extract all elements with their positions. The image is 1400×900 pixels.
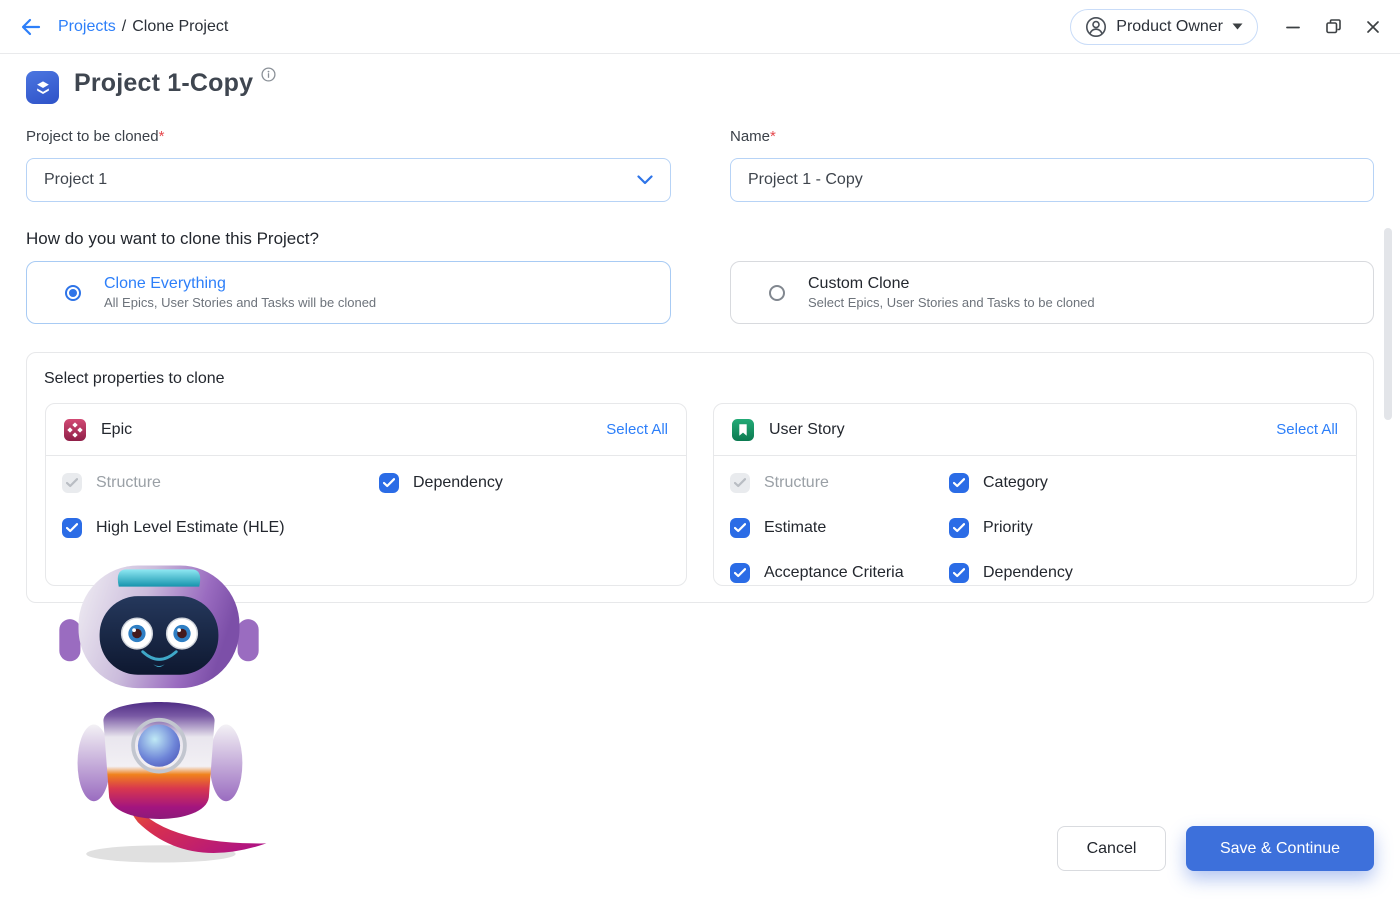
label-text: Name: [730, 128, 770, 145]
checkbox-disabled-checked-icon: [730, 473, 750, 493]
checkbox-checked-icon[interactable]: [379, 473, 399, 493]
epic-prop-dependency[interactable]: Dependency: [379, 473, 670, 493]
option-title: Clone Everything: [104, 275, 376, 293]
chevron-down-icon: [637, 175, 653, 185]
checkbox-disabled-checked-icon: [62, 473, 82, 493]
page-title: Project 1-Copy: [74, 69, 253, 98]
radio-unselected-icon[interactable]: [769, 285, 785, 301]
epic-prop-structure: Structure: [62, 473, 379, 493]
label-text: Project to be cloned: [26, 128, 159, 145]
prop-label: Category: [983, 474, 1048, 492]
user-story-card: User Story Select All Structure Category: [713, 403, 1357, 586]
back-arrow-icon: [19, 15, 43, 39]
checkbox-checked-icon[interactable]: [730, 563, 750, 583]
story-prop-priority[interactable]: Priority: [949, 518, 1340, 538]
user-story-card-title: User Story: [769, 421, 845, 439]
prop-label: High Level Estimate (HLE): [96, 519, 285, 537]
user-story-icon: [732, 419, 754, 441]
caret-down-icon: [1232, 23, 1243, 30]
project-to-clone-label: Project to be cloned*: [26, 128, 671, 145]
project-layers-icon: [26, 71, 59, 104]
name-field-group: Name*: [730, 128, 1374, 202]
story-prop-dependency[interactable]: Dependency: [949, 563, 1340, 583]
prop-label: Estimate: [764, 519, 826, 537]
name-input[interactable]: [730, 158, 1374, 202]
radio-selected-icon[interactable]: [65, 285, 81, 301]
clone-question: How do you want to clone this Project?: [26, 229, 319, 249]
story-prop-estimate[interactable]: Estimate: [730, 518, 949, 538]
role-dropdown[interactable]: Product Owner: [1070, 9, 1258, 45]
scrollbar-thumb[interactable]: [1384, 228, 1392, 420]
checkbox-checked-icon[interactable]: [949, 563, 969, 583]
prop-label: Priority: [983, 519, 1033, 537]
checkbox-checked-icon[interactable]: [949, 518, 969, 538]
info-icon[interactable]: [261, 67, 276, 82]
prop-label: Dependency: [983, 564, 1073, 582]
project-select[interactable]: Project 1: [26, 158, 671, 202]
save-continue-button[interactable]: Save & Continue: [1186, 826, 1374, 871]
epic-select-all-link[interactable]: Select All: [606, 421, 668, 438]
project-select-value: Project 1: [44, 171, 107, 189]
epic-card-title: Epic: [101, 421, 132, 439]
clone-project-window: Projects / Clone Project Product Owner: [0, 0, 1400, 900]
back-button[interactable]: [18, 14, 44, 40]
role-label: Product Owner: [1116, 18, 1223, 36]
breadcrumb-separator: /: [122, 18, 126, 36]
clone-everything-option[interactable]: Clone Everything All Epics, User Stories…: [26, 261, 671, 324]
breadcrumb-current: Clone Project: [132, 18, 228, 36]
option-text: Clone Everything All Epics, User Stories…: [104, 275, 376, 310]
prop-label: Structure: [96, 474, 161, 492]
epic-prop-hle[interactable]: High Level Estimate (HLE): [62, 518, 379, 538]
required-mark: *: [159, 128, 165, 145]
page-title-row: Project 1-Copy: [26, 69, 276, 104]
prop-label: Structure: [764, 474, 829, 492]
option-subtitle: All Epics, User Stories and Tasks will b…: [104, 295, 376, 310]
window-controls: [1284, 18, 1382, 36]
breadcrumb: Projects / Clone Project: [58, 18, 228, 36]
checkbox-checked-icon[interactable]: [949, 473, 969, 493]
restore-button[interactable]: [1324, 18, 1342, 36]
close-button[interactable]: [1364, 18, 1382, 36]
user-story-select-all-link[interactable]: Select All: [1276, 421, 1338, 438]
user-story-properties: Structure Category Estimate: [714, 456, 1356, 600]
cancel-button[interactable]: Cancel: [1057, 826, 1166, 871]
required-mark: *: [770, 128, 776, 145]
story-prop-structure: Structure: [730, 473, 949, 493]
properties-panel-title: Select properties to clone: [44, 370, 225, 388]
story-prop-acceptance-criteria[interactable]: Acceptance Criteria: [730, 563, 949, 583]
name-label: Name*: [730, 128, 1374, 145]
project-to-clone-field: Project to be cloned* Project 1: [26, 128, 671, 202]
user-story-card-header: User Story Select All: [714, 404, 1356, 456]
prop-label: Acceptance Criteria: [764, 564, 904, 582]
breadcrumb-projects-link[interactable]: Projects: [58, 18, 116, 36]
prop-label: Dependency: [413, 474, 503, 492]
option-title: Custom Clone: [808, 275, 1095, 293]
minimize-button[interactable]: [1284, 18, 1302, 36]
checkbox-checked-icon[interactable]: [730, 518, 750, 538]
option-text: Custom Clone Select Epics, User Stories …: [808, 275, 1095, 310]
user-avatar-icon: [1085, 16, 1107, 38]
checkbox-checked-icon[interactable]: [62, 518, 82, 538]
top-bar: Projects / Clone Project Product Owner: [0, 0, 1400, 54]
story-prop-category[interactable]: Category: [949, 473, 1340, 493]
option-subtitle: Select Epics, User Stories and Tasks to …: [808, 295, 1095, 310]
custom-clone-option[interactable]: Custom Clone Select Epics, User Stories …: [730, 261, 1374, 324]
robot-mascot-illustration: [44, 537, 274, 869]
epic-icon: [64, 419, 86, 441]
epic-card-header: Epic Select All: [46, 404, 686, 456]
